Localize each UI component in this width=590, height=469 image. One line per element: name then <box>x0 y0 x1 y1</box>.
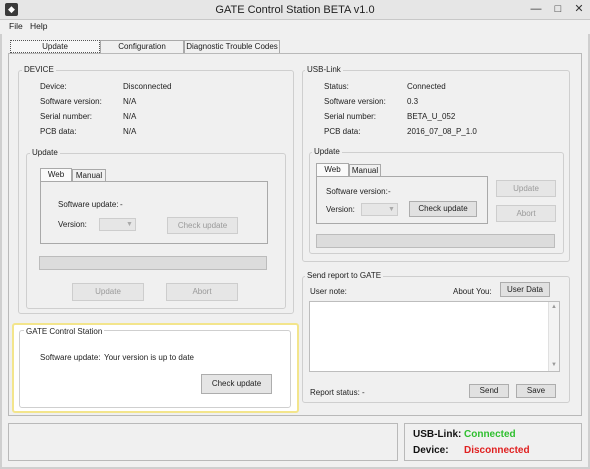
device-serial-number-value: N/A <box>123 112 137 121</box>
usb-abort-button[interactable]: Abort <box>496 205 556 222</box>
device-serial-number-label: Serial number: <box>40 112 93 121</box>
device-software-update-label: Software update: <box>58 200 119 209</box>
menu-file[interactable]: File <box>9 21 23 31</box>
usb-software-version-update-value: - <box>388 187 391 196</box>
usb-update-button[interactable]: Update <box>496 180 556 197</box>
status-usb-link-label: USB-Link: <box>413 429 462 440</box>
usb-software-version-update-label: Software version: <box>326 187 388 196</box>
gcs-check-update-button[interactable]: Check update <box>201 374 272 394</box>
menu-bar <box>0 20 590 34</box>
device-software-version-label: Software version: <box>40 97 102 106</box>
usb-tab-manual[interactable]: Manual <box>349 164 381 176</box>
scroll-up-icon[interactable]: ▲ <box>551 304 557 310</box>
device-pcb-data-value: N/A <box>123 127 137 136</box>
status-message-area <box>8 423 398 461</box>
usb-pcb-data-value: 2016_07_08_P_1.0 <box>407 127 477 136</box>
device-version-select[interactable]: ▼ <box>99 218 136 231</box>
device-tab-web[interactable]: Web <box>40 168 72 181</box>
gcs-software-update-value: Your version is up to date <box>104 353 194 362</box>
usb-check-update-button[interactable]: Check update <box>409 201 477 217</box>
device-group-title: DEVICE <box>22 65 56 74</box>
save-button[interactable]: Save <box>516 384 556 398</box>
user-note-textarea[interactable]: ▲ ▼ <box>309 301 560 372</box>
report-status-label: Report status: <box>310 388 360 397</box>
device-update-panel <box>40 181 268 244</box>
device-value: Disconnected <box>123 82 172 91</box>
usb-update-title: Update <box>312 147 342 156</box>
usb-status-label: Status: <box>324 82 349 91</box>
usb-link-group-title: USB-Link <box>305 65 343 74</box>
gcs-software-update-label: Software update: <box>40 353 101 362</box>
report-status-value: - <box>362 388 365 397</box>
scroll-down-icon[interactable]: ▼ <box>551 362 557 368</box>
status-usb-link-value: Connected <box>464 429 516 440</box>
minimize-button[interactable]: — <box>529 3 543 16</box>
textarea-scrollbar[interactable]: ▲ ▼ <box>548 302 559 371</box>
about-you-label: About You: <box>453 287 492 296</box>
usb-pcb-data-label: PCB data: <box>324 127 361 136</box>
status-device-value: Disconnected <box>464 445 530 456</box>
device-label: Device: <box>40 82 67 91</box>
device-update-button[interactable]: Update <box>72 283 144 301</box>
user-note-label: User note: <box>310 287 347 296</box>
send-report-title: Send report to GATE <box>305 271 384 280</box>
usb-software-version-value: 0.3 <box>407 97 419 106</box>
usb-progress-bar <box>316 234 555 248</box>
chevron-down-icon: ▼ <box>126 221 133 228</box>
tab-diagnostic-trouble-codes[interactable]: Diagnostic Trouble Codes <box>184 40 280 53</box>
gcs-group <box>19 330 291 408</box>
device-pcb-data-label: PCB data: <box>40 127 77 136</box>
device-software-update-value: - <box>120 200 123 209</box>
gcs-group-title: GATE Control Station <box>24 327 105 336</box>
tab-configuration[interactable]: Configuration <box>100 40 184 53</box>
close-button[interactable]: ✕ <box>572 3 586 16</box>
window-title: GATE Control Station BETA v1.0 <box>215 4 375 16</box>
usb-version-select[interactable]: ▼ <box>361 203 398 216</box>
user-data-button[interactable]: User Data <box>500 282 550 297</box>
tab-update[interactable]: Update <box>10 40 100 53</box>
device-progress-bar <box>39 256 267 270</box>
device-tab-manual[interactable]: Manual <box>72 169 106 181</box>
maximize-button[interactable]: □ <box>551 3 565 16</box>
usb-version-label: Version: <box>326 205 355 214</box>
usb-serial-number-label: Serial number: <box>324 112 377 121</box>
device-abort-button[interactable]: Abort <box>166 283 238 301</box>
chevron-down-icon: ▼ <box>388 206 395 213</box>
device-update-title: Update <box>30 148 60 157</box>
usb-tab-web[interactable]: Web <box>316 163 349 176</box>
device-software-version-value: N/A <box>123 97 137 106</box>
device-check-update-button[interactable]: Check update <box>167 217 238 234</box>
status-device-label: Device: <box>413 445 449 456</box>
usb-status-value: Connected <box>407 82 446 91</box>
menu-help[interactable]: Help <box>30 21 47 31</box>
usb-serial-number-value: BETA_U_052 <box>407 112 456 121</box>
send-button[interactable]: Send <box>469 384 509 398</box>
device-version-label: Version: <box>58 220 87 229</box>
usb-software-version-label: Software version: <box>324 97 386 106</box>
